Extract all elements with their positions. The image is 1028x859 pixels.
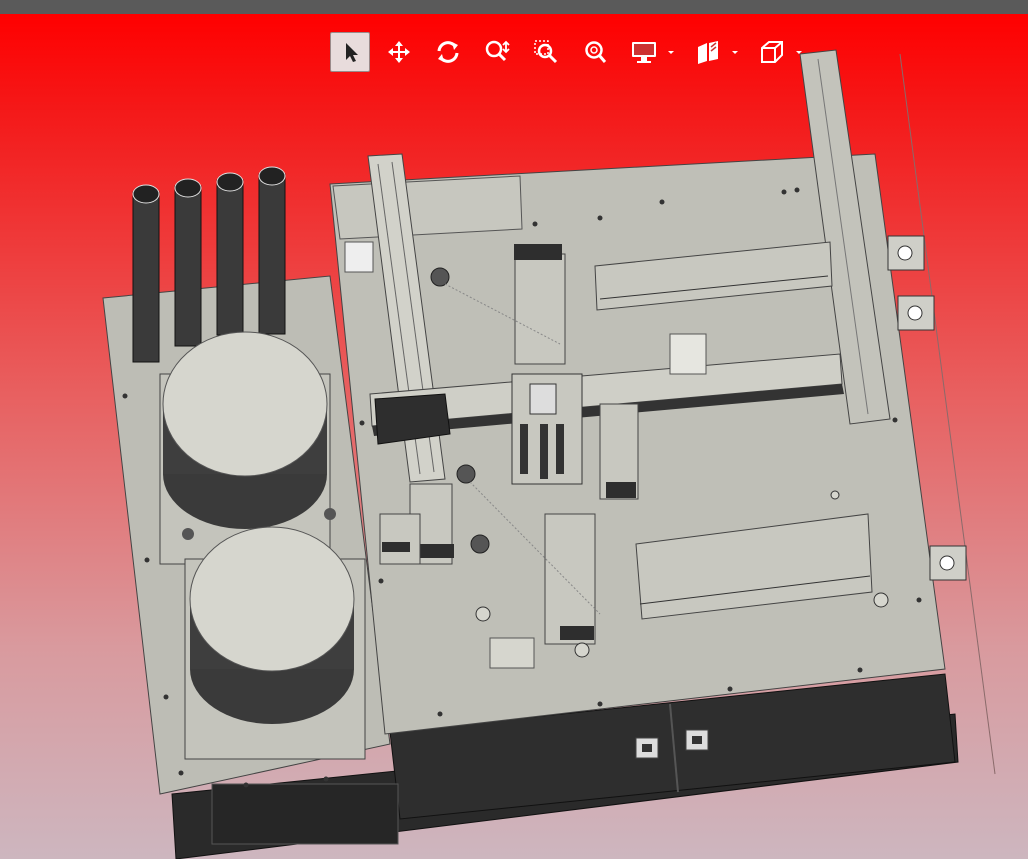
lower-slider (544, 513, 596, 645)
zoom-icon (485, 40, 510, 62)
pan-tool-button[interactable] (379, 32, 419, 72)
section-icon (698, 41, 718, 64)
cursor-icon (346, 43, 358, 62)
section-view-button[interactable] (688, 32, 742, 72)
chevron-down-icon[interactable] (730, 47, 740, 57)
carriage (511, 373, 583, 485)
zoom-window-tool-button[interactable] (526, 32, 566, 72)
compressor-bottom (184, 526, 366, 760)
chevron-down-icon[interactable] (666, 47, 676, 57)
3d-viewport[interactable] (0, 14, 1028, 859)
lower-left-cabinet (211, 783, 399, 845)
rotate-icon (437, 41, 459, 63)
view-orientation-button[interactable] (752, 32, 806, 72)
rotate-tool-button[interactable] (428, 32, 468, 72)
display-style-button[interactable] (624, 32, 678, 72)
zoom-fit-tool-button[interactable] (575, 32, 615, 72)
zoom-fit-icon (585, 41, 607, 63)
zoom-window-icon (534, 40, 558, 64)
viewer-toolbar (330, 32, 816, 72)
move-icon (388, 41, 410, 63)
cad-model[interactable] (0, 14, 1028, 859)
zoom-tool-button[interactable] (477, 32, 517, 72)
window-top-bar (0, 0, 1028, 14)
select-tool-button[interactable] (330, 32, 370, 72)
chevron-down-icon[interactable] (794, 47, 804, 57)
cube-icon (761, 41, 783, 63)
monitor-icon (632, 42, 656, 63)
upper-slider (514, 253, 566, 365)
